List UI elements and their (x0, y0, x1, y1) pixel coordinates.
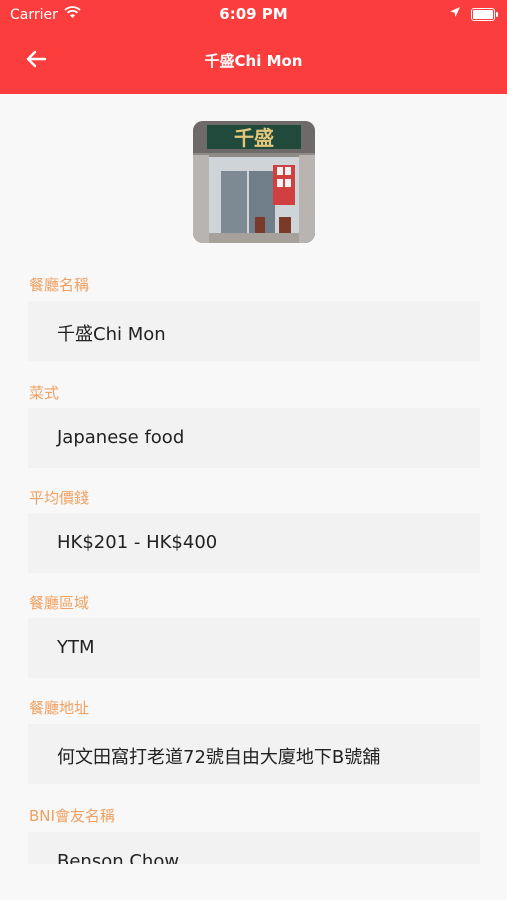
average-price-field[interactable]: HK$201 - HK$400 (28, 513, 480, 573)
cuisine-value: Japanese food (57, 427, 185, 448)
average-price-value: HK$201 - HK$400 (57, 532, 218, 553)
cuisine-label: 菜式 (29, 384, 60, 402)
status-right (449, 6, 498, 22)
bni-member-label: BNI會友名稱 (29, 807, 115, 825)
restaurant-name-field[interactable]: 千盛Chi Mon (28, 301, 480, 361)
app-header: Carrier 6:09 PM 千盛Chi Mon (0, 0, 507, 94)
restaurant-photo: 千盛 (193, 121, 315, 243)
location-icon (449, 6, 461, 22)
average-price-label: 平均價錢 (29, 489, 90, 507)
restaurant-name-label: 餐廳名稱 (29, 276, 90, 294)
status-time: 6:09 PM (219, 5, 288, 23)
restaurant-address-label: 餐廳地址 (29, 699, 90, 717)
battery-icon (471, 7, 498, 21)
restaurant-area-field[interactable]: YTM (28, 618, 480, 678)
page-title: 千盛Chi Mon (204, 52, 303, 70)
nav-bar: 千盛Chi Mon (0, 40, 507, 80)
detail-list: 餐廳名稱 千盛Chi Mon 菜式 Japanese food 平均價錢 HK$… (0, 260, 507, 864)
restaurant-area-label: 餐廳區域 (29, 594, 90, 612)
restaurant-area-value: YTM (57, 637, 95, 658)
status-bar: Carrier 6:09 PM (0, 0, 507, 28)
bni-member-field[interactable]: Benson Chow (28, 832, 480, 864)
cuisine-field[interactable]: Japanese food (28, 408, 480, 468)
shop-sign-text: 千盛 (234, 126, 274, 150)
restaurant-address-field[interactable]: 何文田窩打老道72號自由大廈地下B號舖 (28, 724, 480, 784)
bni-member-value: Benson Chow (57, 851, 180, 864)
restaurant-address-value: 何文田窩打老道72號自由大廈地下B號舖 (57, 747, 381, 768)
restaurant-name-value: 千盛Chi Mon (57, 324, 166, 345)
